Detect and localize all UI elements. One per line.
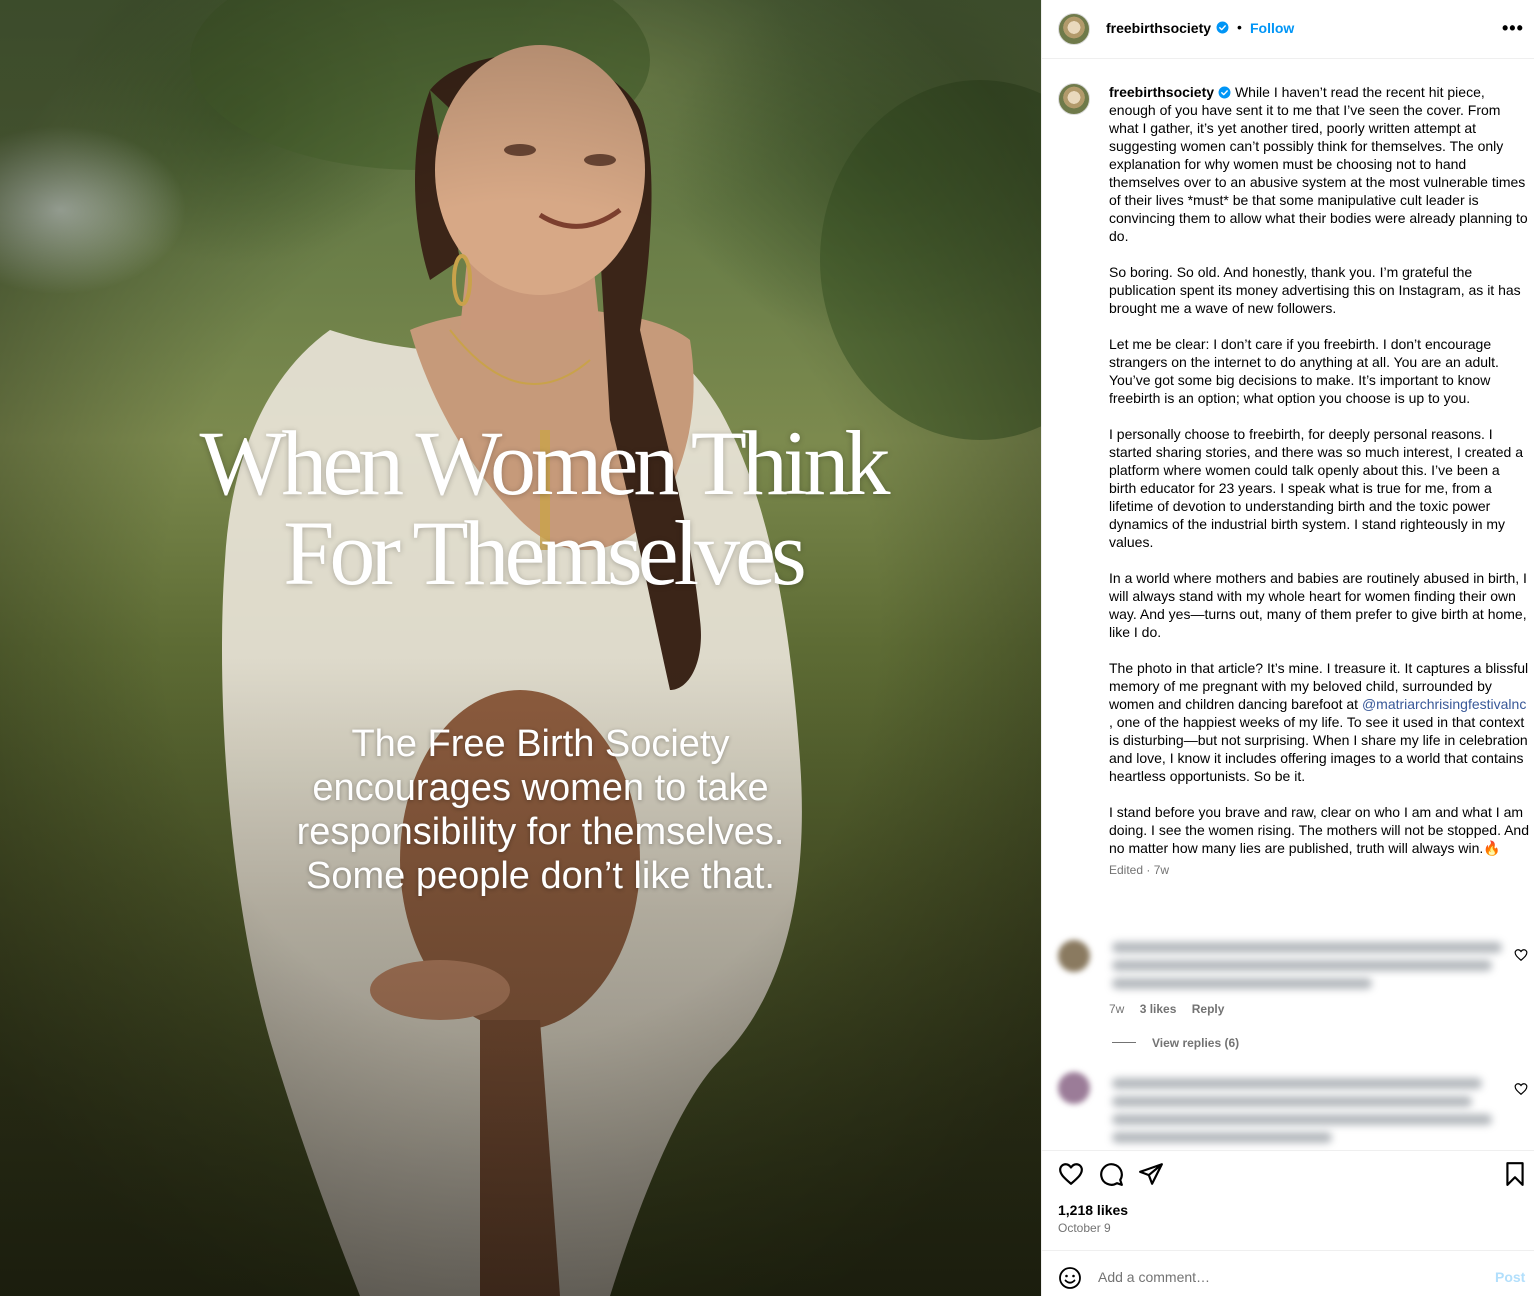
post-image[interactable]: When Women Think For Themselves The Free… <box>0 0 1041 1296</box>
image-subline: The Free Birth Society encourages women … <box>0 722 1041 898</box>
comment-text-redacted <box>1112 1078 1482 1089</box>
comment-avatar[interactable] <box>1058 940 1090 972</box>
subline-line-2: encourages women to take <box>312 767 769 809</box>
headline-line-2: For Themselves <box>283 502 807 604</box>
add-comment-bar: Add a comment… Post <box>1042 1250 1534 1297</box>
separator-dot: • <box>1237 19 1242 35</box>
post-date: October 9 <box>1058 1221 1111 1235</box>
comment-text-redacted <box>1112 1114 1492 1125</box>
comment-item: 7w 3 likes Reply <box>1042 928 1534 1038</box>
emoji-picker-icon[interactable] <box>1058 1266 1082 1290</box>
caption-paragraph-3: Let me be clear: I don’t care if you fre… <box>1109 336 1499 406</box>
caption-verified-badge-icon <box>1218 86 1231 99</box>
comment-age: 7w <box>1109 1002 1125 1016</box>
caption-paragraph-6-end: , one of the happiest weeks of my life. … <box>1109 714 1528 784</box>
subline-line-3: responsibility for themselves. <box>296 811 785 853</box>
post-sidebar: freebirthsociety • Follow ••• freebirths… <box>1041 0 1534 1296</box>
author-username[interactable]: freebirthsociety <box>1106 20 1211 36</box>
comment-text-redacted <box>1112 978 1372 989</box>
share-send-icon[interactable] <box>1138 1161 1164 1187</box>
comment-text-redacted <box>1112 1132 1332 1143</box>
comment-item <box>1042 1062 1534 1150</box>
verified-badge-icon <box>1216 21 1229 34</box>
save-bookmark-icon[interactable] <box>1502 1161 1528 1187</box>
caption-paragraph-2: So boring. So old. And honestly, thank y… <box>1109 264 1521 316</box>
more-options-icon[interactable]: ••• <box>1502 18 1524 39</box>
comment-reply-button[interactable]: Reply <box>1192 1002 1225 1016</box>
comment-text-redacted <box>1112 942 1502 953</box>
comment-text-redacted <box>1112 1096 1472 1107</box>
image-headline: When Women Think For Themselves <box>0 412 1041 604</box>
post-caption: freebirthsociety While I haven’t read th… <box>1109 83 1529 879</box>
comment-text-redacted <box>1112 960 1492 971</box>
headline-line-1: When Women Think <box>199 412 891 514</box>
comment-like-heart-icon[interactable] <box>1514 1082 1528 1096</box>
subline-line-4: Some people don’t like that. <box>306 855 775 897</box>
follow-button[interactable]: Follow <box>1250 20 1294 36</box>
caption-paragraph-1: While I haven’t read the recent hit piec… <box>1109 84 1528 244</box>
subline-line-1: The Free Birth Society <box>351 723 730 765</box>
caption-edited-meta: Edited · 7w <box>1109 863 1170 877</box>
caption-username[interactable]: freebirthsociety <box>1109 84 1214 100</box>
post-comment-button[interactable]: Post <box>1495 1269 1525 1285</box>
post-header: freebirthsociety • Follow ••• <box>1042 0 1534 59</box>
view-replies-label: View replies (6) <box>1152 1036 1240 1050</box>
likes-count[interactable]: 1,218 likes <box>1058 1202 1128 1218</box>
caption-paragraph-4: I personally choose to freebirth, for de… <box>1109 426 1523 550</box>
comment-likes[interactable]: 3 likes <box>1140 1002 1177 1016</box>
comment-like-heart-icon[interactable] <box>1514 948 1528 962</box>
instagram-post-modal: When Women Think For Themselves The Free… <box>0 0 1534 1296</box>
comment-avatar[interactable] <box>1058 1072 1090 1104</box>
author-avatar[interactable] <box>1058 13 1090 45</box>
post-action-bar <box>1042 1150 1534 1201</box>
view-replies-button[interactable]: View replies (6) <box>1112 1036 1239 1050</box>
comment-meta: 7w 3 likes Reply <box>1109 1002 1224 1016</box>
caption-paragraph-5: In a world where mothers and babies are … <box>1109 570 1527 640</box>
like-heart-icon[interactable] <box>1058 1161 1084 1187</box>
add-comment-input[interactable]: Add a comment… <box>1098 1269 1210 1285</box>
mention-link[interactable]: @matriarchrisingfestivalnc <box>1362 696 1526 712</box>
comment-bubble-icon[interactable] <box>1098 1161 1124 1187</box>
fire-emoji-icon: 🔥 <box>1483 840 1501 856</box>
caption-author-avatar[interactable] <box>1058 83 1090 115</box>
caption-paragraph-7: I stand before you brave and raw, clear … <box>1109 804 1529 856</box>
